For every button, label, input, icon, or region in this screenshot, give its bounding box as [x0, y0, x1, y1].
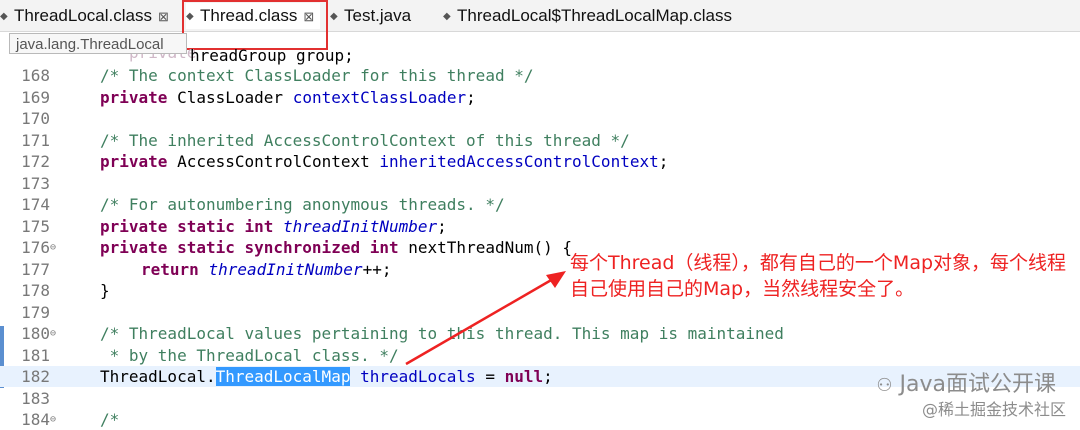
watermark-title-text: Java面试公开课 [899, 372, 1056, 397]
arrow-head [546, 271, 566, 288]
tooltip: java.lang.ThreadLocal [9, 33, 187, 54]
watermark-subtitle: @稀土掘金技术社区 [921, 400, 1066, 419]
annotation-text: 每个Thread（线程），都有自己的一个Map对象，每个线程自己使用自己的Map… [570, 252, 1067, 300]
wechat-icon: ⚇ [876, 375, 893, 396]
annotation-arrow [405, 271, 566, 366]
arrow-line [405, 277, 554, 366]
watermark-title: ⚇ Java面试公开课 [876, 366, 1056, 398]
